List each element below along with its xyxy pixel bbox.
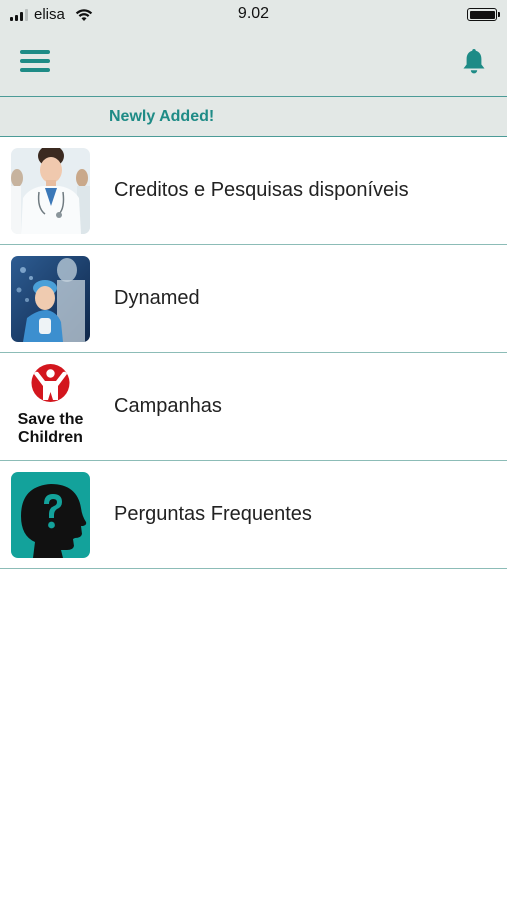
content-list: Creditos e Pesquisas disponíveis Dynamed… bbox=[0, 137, 507, 569]
battery-icon bbox=[467, 8, 500, 21]
svg-text:Save the: Save the bbox=[18, 411, 84, 428]
svg-text:Children: Children bbox=[18, 429, 83, 446]
question-head-icon bbox=[11, 471, 90, 558]
list-item[interactable]: Perguntas Frequentes bbox=[0, 461, 507, 569]
item-label: Dynamed bbox=[114, 287, 200, 309]
doctor-photo-thumbnail bbox=[11, 147, 90, 234]
section-title: Newly Added! bbox=[109, 107, 215, 125]
section-header: Newly Added! bbox=[0, 97, 507, 137]
item-label: Creditos e Pesquisas disponíveis bbox=[114, 179, 409, 201]
item-label: Perguntas Frequentes bbox=[114, 503, 312, 525]
medical-researcher-photo-thumbnail bbox=[11, 255, 90, 342]
item-label: Campanhas bbox=[114, 395, 222, 417]
bell-icon[interactable] bbox=[461, 47, 487, 75]
hamburger-menu-icon[interactable] bbox=[20, 50, 50, 74]
status-time: 9.02 bbox=[237, 5, 270, 22]
save-the-children-logo: Save the Children bbox=[11, 363, 90, 450]
list-item[interactable]: Dynamed bbox=[0, 245, 507, 353]
list-item[interactable]: Creditos e Pesquisas disponíveis bbox=[0, 137, 507, 245]
list-item[interactable]: Save the Children Campanhas bbox=[0, 353, 507, 461]
nav-bar bbox=[0, 30, 507, 97]
status-bar: elisa 9.02 bbox=[0, 0, 507, 30]
